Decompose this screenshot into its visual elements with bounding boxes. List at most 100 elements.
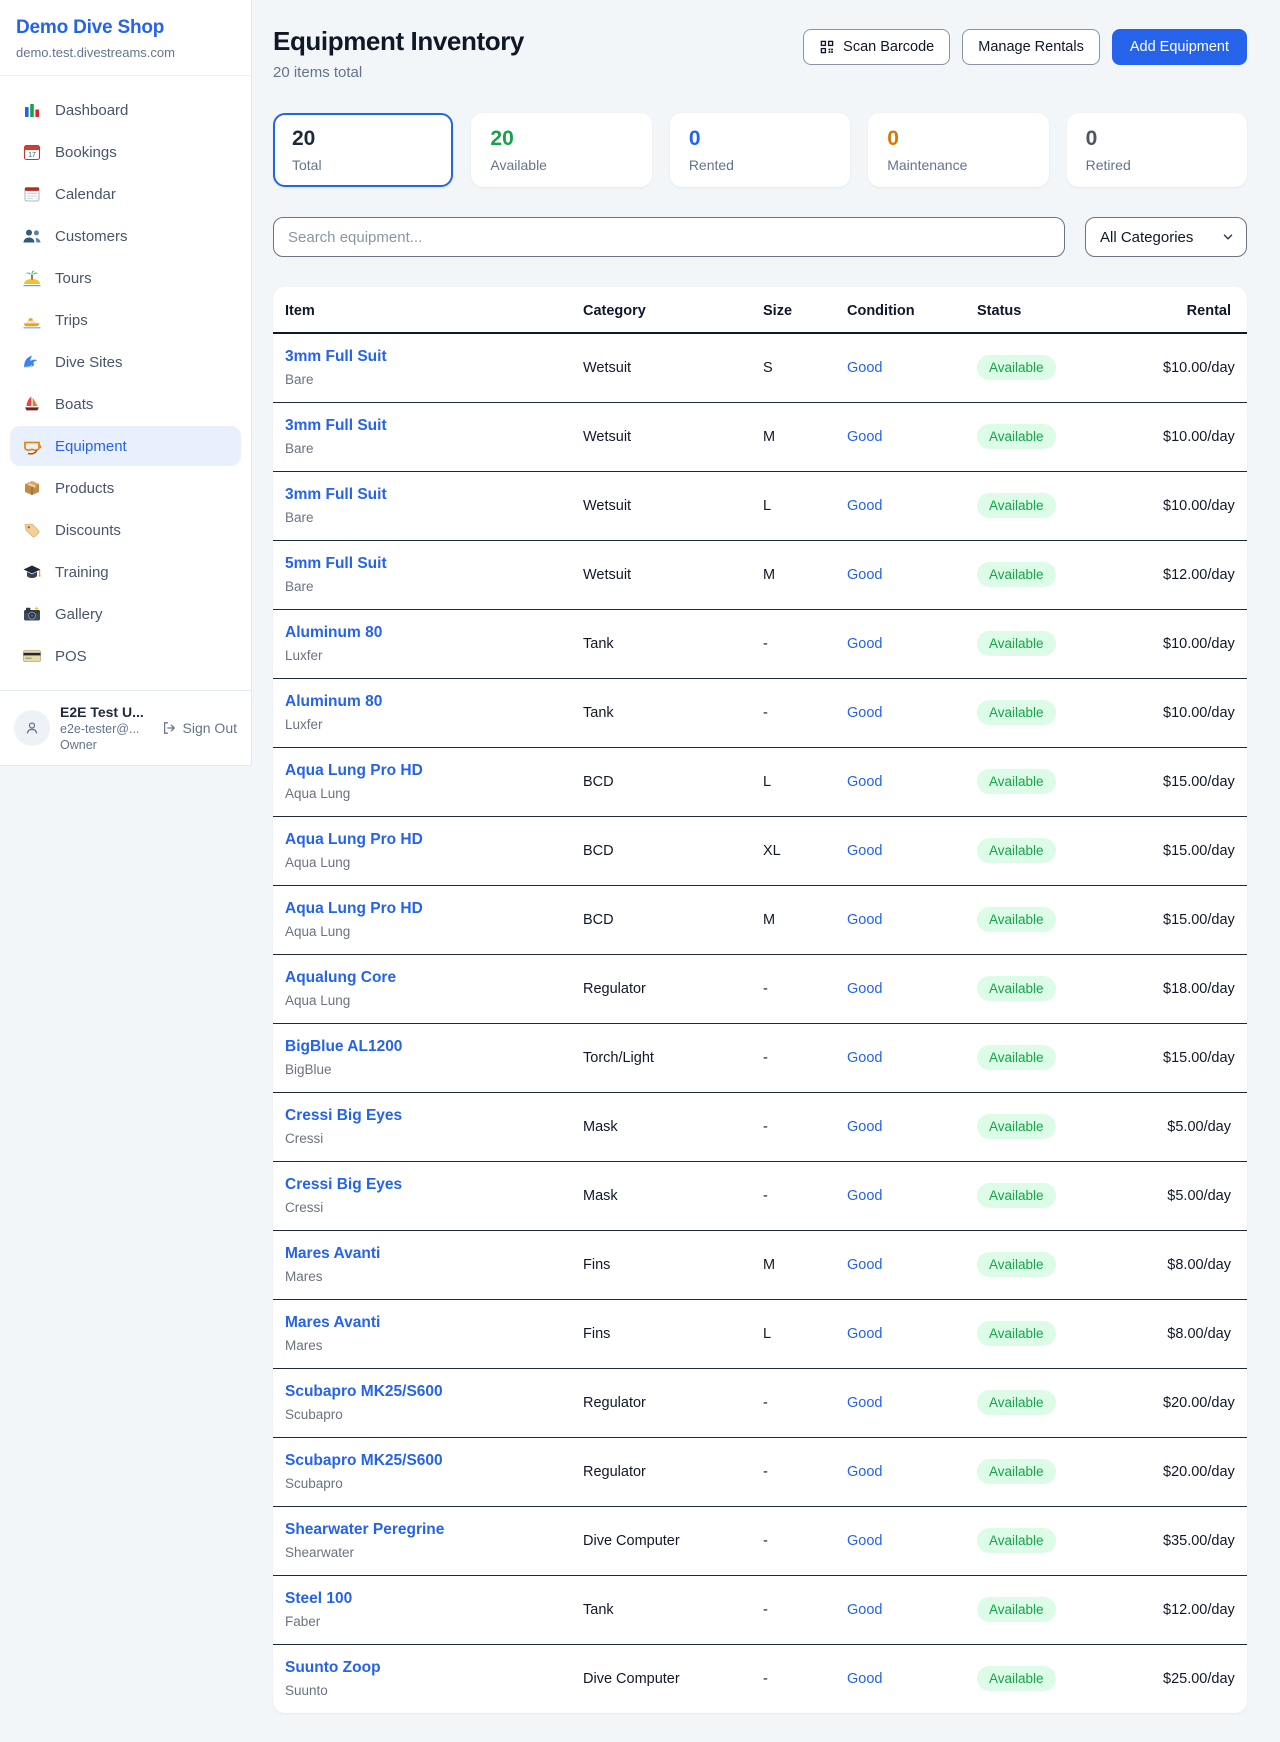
- stats-cards: 20 Total 20 Available 0 Rented 0 Mainten…: [273, 113, 1247, 187]
- item-name-link[interactable]: BigBlue AL1200: [285, 1037, 563, 1057]
- item-category: Regulator: [573, 954, 753, 1023]
- condition-link[interactable]: Good: [847, 1602, 882, 1618]
- condition-link[interactable]: Good: [847, 981, 882, 997]
- column-header-status: Status: [967, 287, 1153, 333]
- item-name-link[interactable]: Cressi Big Eyes: [285, 1175, 563, 1195]
- item-name-link[interactable]: Scubapro MK25/S600: [285, 1382, 563, 1402]
- item-name-link[interactable]: Mares Avanti: [285, 1244, 563, 1264]
- condition-link[interactable]: Good: [847, 843, 882, 859]
- scan-barcode-button[interactable]: Scan Barcode: [803, 29, 950, 65]
- condition-link[interactable]: Good: [847, 360, 882, 376]
- condition-link[interactable]: Good: [847, 912, 882, 928]
- item-name-link[interactable]: 5mm Full Suit: [285, 554, 563, 574]
- item-name-link[interactable]: Aqua Lung Pro HD: [285, 899, 563, 919]
- item-brand: Scubapro: [285, 1475, 563, 1492]
- item-size: -: [753, 1092, 837, 1161]
- condition-link[interactable]: Good: [847, 1671, 882, 1687]
- condition-link[interactable]: Good: [847, 1119, 882, 1135]
- search-input[interactable]: [273, 217, 1065, 257]
- item-size: -: [753, 1023, 837, 1092]
- condition-link[interactable]: Good: [847, 636, 882, 652]
- sidebar-item-label: Bookings: [55, 144, 117, 161]
- sidebar-item-trips[interactable]: Trips: [10, 300, 241, 340]
- item-name-link[interactable]: Scubapro MK25/S600: [285, 1451, 563, 1471]
- sidebar-item-bookings[interactable]: 17 Bookings: [10, 132, 241, 172]
- stat-label: Retired: [1086, 157, 1228, 173]
- table-row: Shearwater Peregrine Shearwater Dive Com…: [273, 1506, 1247, 1575]
- condition-link[interactable]: Good: [847, 705, 882, 721]
- stat-card-available[interactable]: 20 Available: [471, 113, 651, 187]
- category-select[interactable]: All Categories: [1085, 217, 1247, 257]
- item-category: Fins: [573, 1230, 753, 1299]
- stat-card-rented[interactable]: 0 Rented: [670, 113, 850, 187]
- manage-rentals-button[interactable]: Manage Rentals: [962, 29, 1100, 65]
- stat-card-maintenance[interactable]: 0 Maintenance: [868, 113, 1048, 187]
- item-brand: Aqua Lung: [285, 854, 563, 871]
- item-name-link[interactable]: 3mm Full Suit: [285, 485, 563, 505]
- condition-link[interactable]: Good: [847, 1464, 882, 1480]
- sidebar-item-equipment[interactable]: Equipment: [10, 426, 241, 466]
- sidebar-item-customers[interactable]: Customers: [10, 216, 241, 256]
- sidebar-item-calendar[interactable]: Calendar: [10, 174, 241, 214]
- sidebar-item-pos[interactable]: POS: [10, 636, 241, 676]
- sidebar-item-gallery[interactable]: Gallery: [10, 594, 241, 634]
- diving-mask-icon: [22, 436, 42, 456]
- logout-icon: [161, 720, 177, 736]
- condition-link[interactable]: Good: [847, 498, 882, 514]
- item-category: Mask: [573, 1092, 753, 1161]
- stat-card-retired[interactable]: 0 Retired: [1067, 113, 1247, 187]
- shop-subdomain: demo.test.divestreams.com: [16, 45, 235, 60]
- status-badge: Available: [977, 1597, 1056, 1622]
- condition-link[interactable]: Good: [847, 567, 882, 583]
- table-row: Scubapro MK25/S600 Scubapro Regulator - …: [273, 1437, 1247, 1506]
- table-row: Aluminum 80 Luxfer Tank - Good Available…: [273, 609, 1247, 678]
- condition-link[interactable]: Good: [847, 1326, 882, 1342]
- condition-link[interactable]: Good: [847, 429, 882, 445]
- page-title: Equipment Inventory: [273, 26, 524, 57]
- sidebar-user-footer: E2E Test U... e2e-tester@... Owner Sign …: [0, 690, 251, 765]
- status-badge: Available: [977, 1528, 1056, 1553]
- sidebar-item-discounts[interactable]: Discounts: [10, 510, 241, 550]
- sidebar-item-products[interactable]: Products: [10, 468, 241, 508]
- item-category: Wetsuit: [573, 540, 753, 609]
- condition-link[interactable]: Good: [847, 1188, 882, 1204]
- calendar-icon: 17: [22, 142, 42, 162]
- item-name-link[interactable]: Aqua Lung Pro HD: [285, 761, 563, 781]
- stat-value: 0: [1086, 127, 1228, 151]
- stat-value: 0: [689, 127, 831, 151]
- item-name-link[interactable]: Suunto Zoop: [285, 1658, 563, 1678]
- credit-card-icon: [22, 646, 42, 666]
- item-name-link[interactable]: Steel 100: [285, 1589, 563, 1609]
- item-name-link[interactable]: Shearwater Peregrine: [285, 1520, 563, 1540]
- condition-link[interactable]: Good: [847, 1533, 882, 1549]
- sidebar-item-boats[interactable]: Boats: [10, 384, 241, 424]
- stat-card-total[interactable]: 20 Total: [273, 113, 453, 187]
- sidebar-item-dashboard[interactable]: Dashboard: [10, 90, 241, 130]
- rental-price: $15.00/day: [1153, 1023, 1247, 1092]
- condition-link[interactable]: Good: [847, 774, 882, 790]
- item-name-link[interactable]: 3mm Full Suit: [285, 416, 563, 436]
- item-name-link[interactable]: Cressi Big Eyes: [285, 1106, 563, 1126]
- items-total-subtitle: 20 items total: [273, 64, 524, 81]
- sidebar-item-dive-sites[interactable]: Dive Sites: [10, 342, 241, 382]
- item-category: Wetsuit: [573, 333, 753, 402]
- item-name-link[interactable]: Aluminum 80: [285, 692, 563, 712]
- item-name-link[interactable]: Aqualung Core: [285, 968, 563, 988]
- add-equipment-button[interactable]: Add Equipment: [1112, 29, 1247, 65]
- condition-link[interactable]: Good: [847, 1050, 882, 1066]
- item-name-link[interactable]: Aluminum 80: [285, 623, 563, 643]
- sidebar-item-training[interactable]: Training: [10, 552, 241, 592]
- sign-out-button[interactable]: Sign Out: [161, 720, 237, 736]
- sidebar-item-tours[interactable]: Tours: [10, 258, 241, 298]
- table-row: Aqua Lung Pro HD Aqua Lung BCD L Good Av…: [273, 747, 1247, 816]
- condition-link[interactable]: Good: [847, 1395, 882, 1411]
- item-name-link[interactable]: Mares Avanti: [285, 1313, 563, 1333]
- item-name-link[interactable]: 3mm Full Suit: [285, 347, 563, 367]
- condition-link[interactable]: Good: [847, 1257, 882, 1273]
- item-brand: Suunto: [285, 1682, 563, 1699]
- table-row: Scubapro MK25/S600 Scubapro Regulator - …: [273, 1368, 1247, 1437]
- chevron-down-icon: [1221, 230, 1235, 244]
- item-name-link[interactable]: Aqua Lung Pro HD: [285, 830, 563, 850]
- sidebar-item-label: Discounts: [55, 522, 121, 539]
- table-row: 5mm Full Suit Bare Wetsuit M Good Availa…: [273, 540, 1247, 609]
